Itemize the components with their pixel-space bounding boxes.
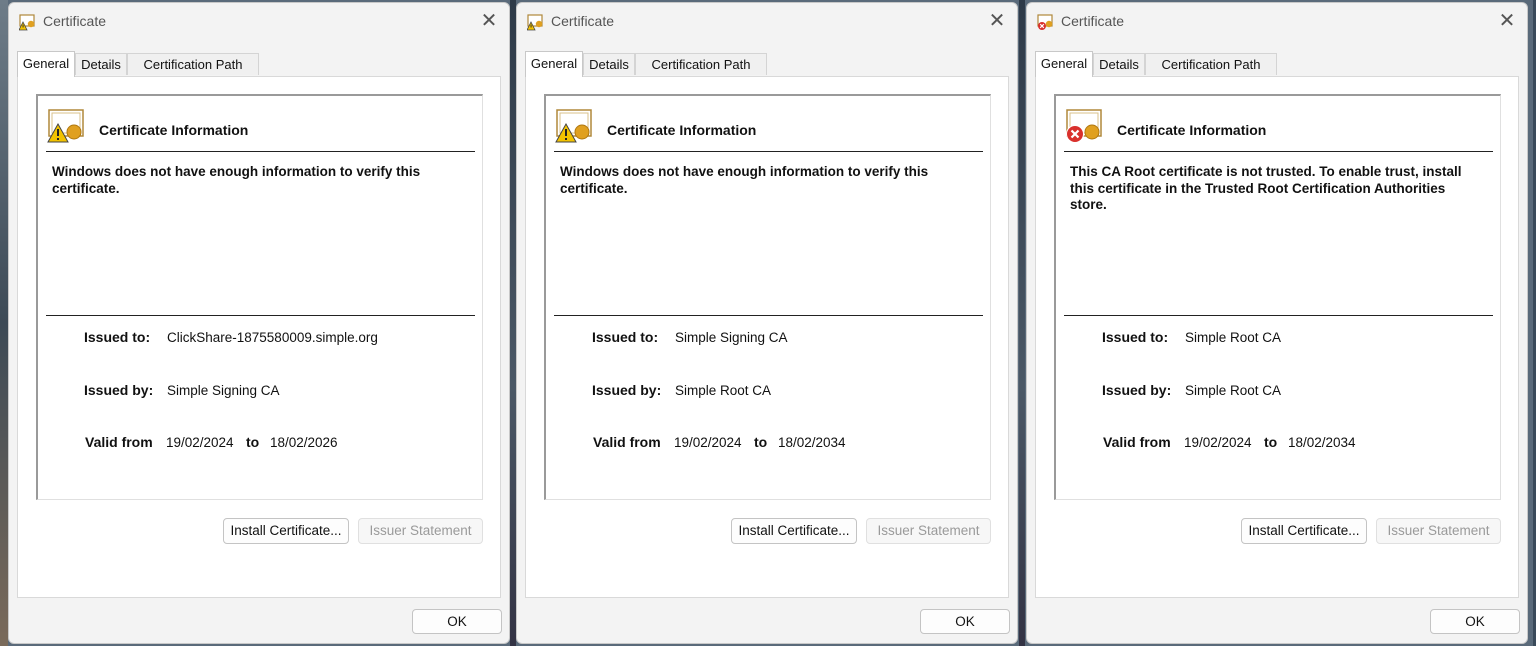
- info-title: Certificate Information: [99, 122, 249, 138]
- issued-to-label: Issued to:: [1102, 329, 1169, 345]
- divider: [554, 315, 983, 316]
- ok-button[interactable]: OK: [412, 609, 502, 634]
- certificate-warning-icon: [47, 109, 84, 143]
- status-message: This CA Root certificate is not trusted.…: [1070, 164, 1462, 212]
- status-message: Windows does not have enough information…: [52, 164, 421, 196]
- divider: [1064, 151, 1493, 152]
- issued-by-value: Simple Signing CA: [167, 383, 280, 398]
- certificate-dialog-1: Certificate ✕ General Details Certificat…: [8, 2, 510, 644]
- valid-from-value: 19/02/2024: [674, 435, 742, 450]
- issued-by-label: Issued by:: [1102, 382, 1172, 398]
- divider: [46, 151, 475, 152]
- install-certificate-button[interactable]: Install Certificate...: [1241, 518, 1367, 544]
- issued-by-label: Issued by:: [592, 382, 662, 398]
- certificate-warning-icon: [555, 109, 592, 143]
- issued-to-label: Issued to:: [592, 329, 659, 345]
- close-button[interactable]: ✕: [477, 9, 501, 33]
- certificate-warning-icon: [19, 14, 35, 31]
- certificate-info-box: Certificate Information This CA Root cer…: [1054, 94, 1501, 500]
- info-title: Certificate Information: [607, 122, 757, 138]
- valid-from-label: Valid from: [1103, 434, 1171, 450]
- close-icon: ✕: [988, 10, 1006, 32]
- valid-from-value: 19/02/2024: [166, 435, 234, 450]
- valid-to-value: 18/02/2026: [270, 435, 338, 450]
- desktop-background-gap: [1019, 0, 1025, 646]
- install-certificate-button[interactable]: Install Certificate...: [731, 518, 857, 544]
- window-title: Certificate: [1061, 13, 1125, 29]
- valid-from-value: 19/02/2024: [1184, 435, 1252, 450]
- tab-details[interactable]: Details: [75, 53, 127, 75]
- tab-details[interactable]: Details: [1093, 53, 1145, 75]
- tab-certification-path[interactable]: Certification Path: [635, 53, 767, 75]
- divider: [1064, 315, 1493, 316]
- tab-general[interactable]: General: [17, 51, 75, 77]
- issuer-statement-button: Issuer Statement: [866, 518, 991, 544]
- divider: [46, 315, 475, 316]
- certificate-info-box: Certificate Information Windows does not…: [36, 94, 483, 500]
- issued-to-label: Issued to:: [84, 329, 151, 345]
- desktop-background-left: [0, 0, 8, 646]
- tab-general[interactable]: General: [1035, 51, 1093, 77]
- info-title: Certificate Information: [1117, 122, 1267, 138]
- tab-general[interactable]: General: [525, 51, 583, 77]
- general-tab-panel: Certificate Information Windows does not…: [17, 76, 501, 598]
- issued-to-value: Simple Signing CA: [675, 330, 788, 345]
- valid-from-label: Valid from: [85, 434, 153, 450]
- issued-by-label: Issued by:: [84, 382, 154, 398]
- certificate-error-icon: [1066, 109, 1102, 143]
- issued-to-value: Simple Root CA: [1185, 330, 1282, 345]
- valid-from-label: Valid from: [593, 434, 661, 450]
- title-bar[interactable]: Certificate ✕: [9, 3, 509, 39]
- certificate-warning-icon: [527, 14, 543, 31]
- issuer-statement-button: Issuer Statement: [358, 518, 483, 544]
- issuer-statement-button: Issuer Statement: [1376, 518, 1501, 544]
- close-icon: ✕: [1498, 10, 1516, 32]
- issued-by-value: Simple Root CA: [1185, 383, 1282, 398]
- valid-to-value: 18/02/2034: [1288, 435, 1356, 450]
- certificate-info-box: Certificate Information Windows does not…: [544, 94, 991, 500]
- certificate-dialog-3: Certificate ✕ General Details Certificat…: [1026, 2, 1528, 644]
- window-title: Certificate: [551, 13, 615, 29]
- divider: [554, 151, 983, 152]
- status-message: Windows does not have enough information…: [560, 164, 929, 196]
- close-button[interactable]: ✕: [985, 9, 1009, 33]
- window-title: Certificate: [43, 13, 107, 29]
- valid-to-label: to: [754, 434, 768, 450]
- tab-certification-path[interactable]: Certification Path: [127, 53, 259, 75]
- certificate-error-icon: [1037, 14, 1053, 30]
- valid-to-label: to: [246, 434, 260, 450]
- close-icon: ✕: [480, 10, 498, 32]
- ok-button[interactable]: OK: [920, 609, 1010, 634]
- close-button[interactable]: ✕: [1495, 9, 1519, 33]
- title-bar[interactable]: Certificate ✕: [517, 3, 1017, 39]
- tab-certification-path[interactable]: Certification Path: [1145, 53, 1277, 75]
- valid-to-value: 18/02/2034: [778, 435, 846, 450]
- issued-to-value: ClickShare-1875580009.simple.org: [167, 330, 378, 345]
- title-bar[interactable]: Certificate ✕: [1027, 3, 1527, 39]
- tab-details[interactable]: Details: [583, 53, 635, 75]
- ok-button[interactable]: OK: [1430, 609, 1520, 634]
- certificate-dialog-2: Certificate ✕ General Details Certificat…: [516, 2, 1018, 644]
- install-certificate-button[interactable]: Install Certificate...: [223, 518, 349, 544]
- general-tab-panel: Certificate Information Windows does not…: [525, 76, 1009, 598]
- general-tab-panel: Certificate Information This CA Root cer…: [1035, 76, 1519, 598]
- valid-to-label: to: [1264, 434, 1278, 450]
- issued-by-value: Simple Root CA: [675, 383, 772, 398]
